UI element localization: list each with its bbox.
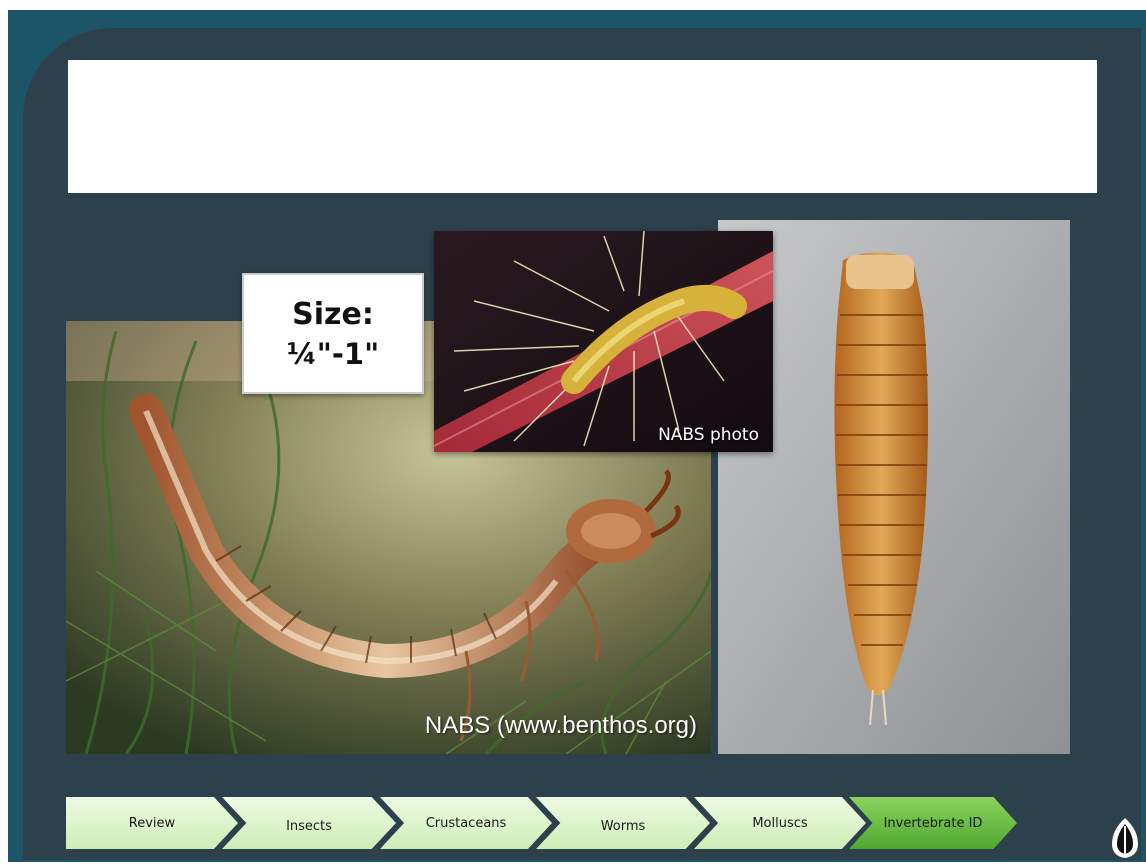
nav-invertebrate-id-button[interactable]: Invertebrate ID xyxy=(849,797,1017,849)
nav-worms-button[interactable]: Worms xyxy=(536,797,710,849)
nav-label: Invertebrate ID xyxy=(883,815,983,831)
top-photo-credit: NABS photo xyxy=(658,425,759,445)
nav-molluscs-button[interactable]: Molluscs xyxy=(694,797,866,849)
nav-crustaceans-button[interactable]: Crustaceans xyxy=(380,797,552,849)
left-photo-credit: NABS (www.benthos.org) xyxy=(424,712,697,739)
nav-label: Review xyxy=(128,815,176,831)
size-value: ¼"-1" xyxy=(286,336,380,371)
size-label: Size: xyxy=(292,296,374,332)
nav-label: Insects xyxy=(286,818,332,834)
nav-insects-button[interactable]: Insects xyxy=(222,797,396,849)
nav-label: Worms xyxy=(600,818,646,834)
leaf-logo-icon xyxy=(1108,816,1142,860)
nav-label: Crustaceans xyxy=(425,815,507,831)
size-callout: Size: ¼"-1" xyxy=(242,273,424,394)
nav-label: Molluscs xyxy=(752,815,808,831)
title-box xyxy=(68,60,1097,193)
nav-review-button[interactable]: Review xyxy=(66,797,238,849)
larva-stem-photo: NABS photo xyxy=(434,231,773,452)
